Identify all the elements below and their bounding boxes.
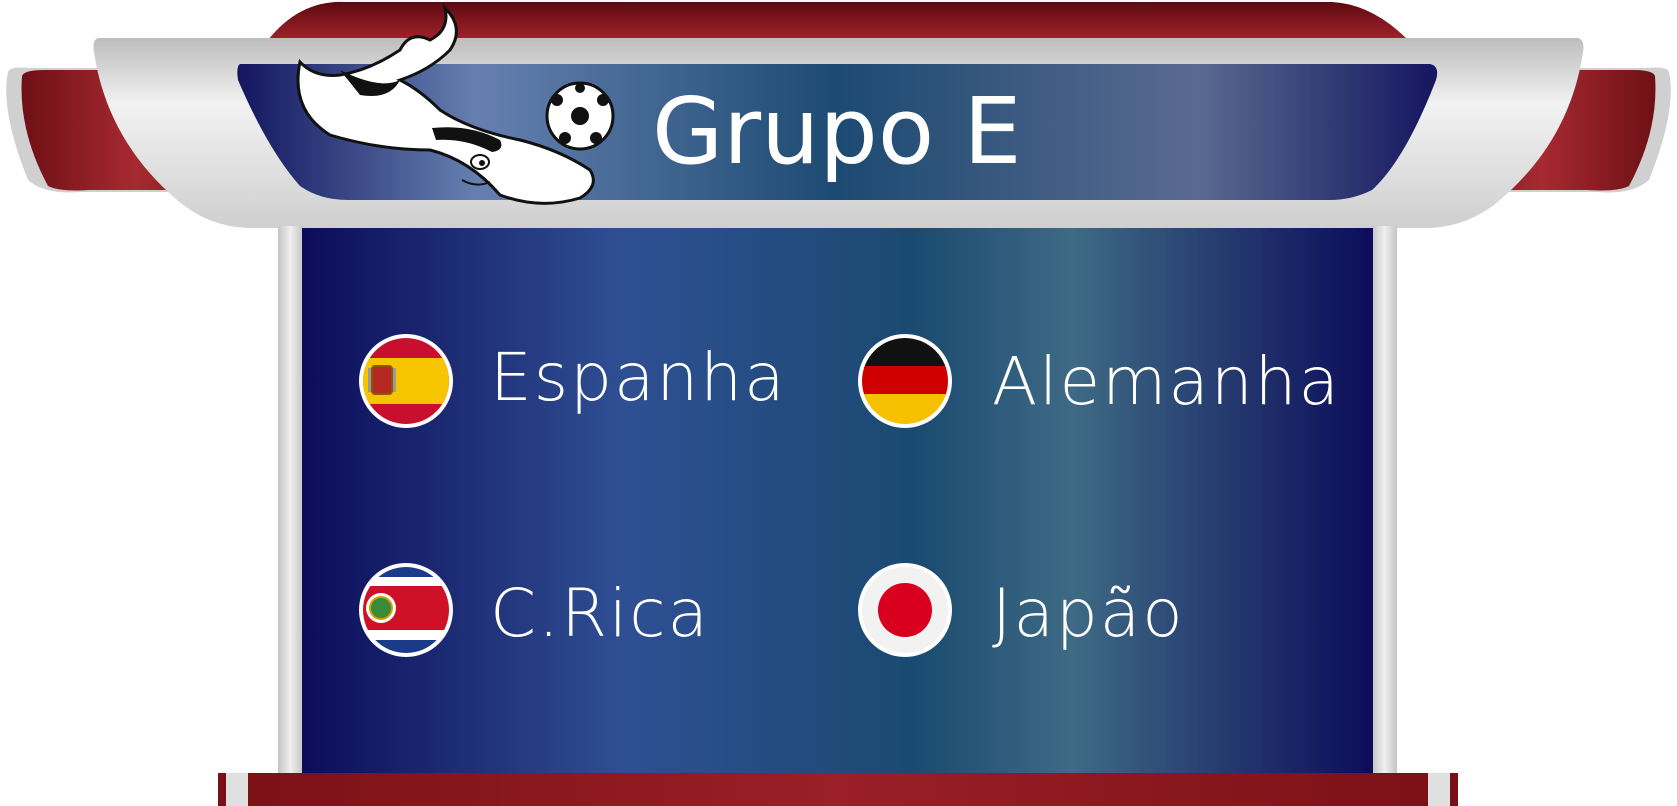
soccer-ball-icon <box>545 81 615 151</box>
right-post <box>1372 226 1397 776</box>
costa-rica-flag-icon <box>359 563 453 657</box>
team-name-espanha: Espanha <box>490 339 787 416</box>
germany-flag-icon <box>858 334 952 428</box>
group-title: Grupo E <box>652 78 1021 185</box>
base-bar <box>218 773 1458 806</box>
team-name-alemanha: Alemanha <box>992 343 1341 420</box>
spain-flag-icon <box>359 334 453 428</box>
group-board: Grupo E Espanha Alemanha C.Rica Japão <box>6 1 1671 806</box>
left-post <box>278 226 303 776</box>
team-name-japao: Japão <box>992 575 1185 652</box>
japan-flag-icon <box>858 563 952 657</box>
team-name-c-rica: C.Rica <box>490 575 710 652</box>
teams-panel <box>302 228 1373 774</box>
